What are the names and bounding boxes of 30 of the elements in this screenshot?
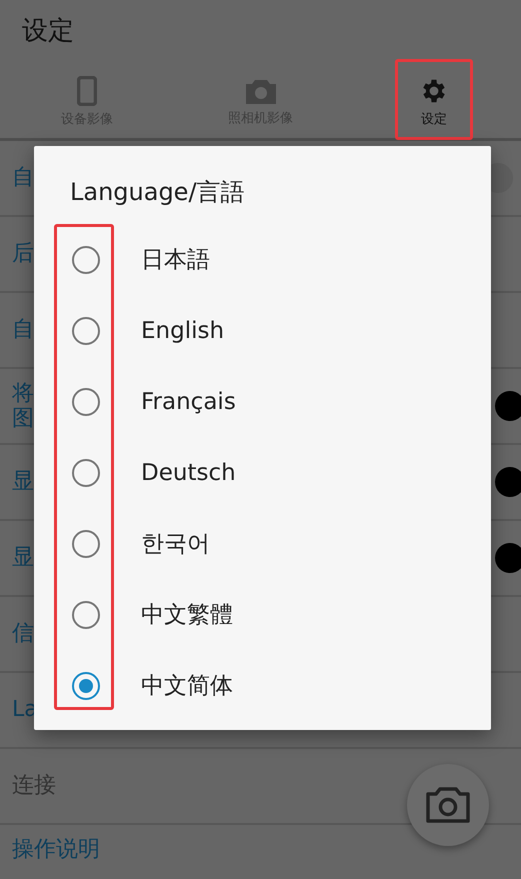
setting-label: 信 xyxy=(12,621,34,647)
language-option[interactable]: 日本語 xyxy=(34,224,491,295)
language-option[interactable]: 中文繁體 xyxy=(34,579,491,650)
language-option[interactable]: Deutsch xyxy=(34,437,491,508)
switch-thumb[interactable] xyxy=(495,391,521,421)
setting-label: 自 xyxy=(12,165,34,191)
setting-label: 显 xyxy=(12,545,34,571)
dialog-title: Language/言語 xyxy=(69,177,246,208)
setting-label: 操作说明 xyxy=(12,837,100,862)
camera-icon xyxy=(244,77,278,105)
switch-thumb[interactable] xyxy=(495,543,521,573)
radio-button[interactable] xyxy=(72,316,100,344)
setting-label: 后 xyxy=(12,241,34,267)
radio-button[interactable] xyxy=(72,246,100,274)
language-option[interactable]: Français xyxy=(34,366,491,437)
radio-button[interactable] xyxy=(72,672,100,700)
radio-button[interactable] xyxy=(72,388,100,416)
setting-label: 自 xyxy=(12,317,34,343)
language-option[interactable]: 한국어 xyxy=(34,508,491,579)
setting-label: 将 图 xyxy=(12,380,34,432)
screen-title: 设定 xyxy=(22,14,74,48)
radio-button[interactable] xyxy=(72,458,100,486)
radio-button[interactable] xyxy=(72,600,100,628)
radio-button[interactable] xyxy=(72,530,100,558)
camera-icon xyxy=(424,786,472,824)
switch-thumb[interactable] xyxy=(495,467,521,497)
phone-icon xyxy=(76,76,97,106)
language-option[interactable]: 中文简体 xyxy=(34,650,491,721)
language-option[interactable]: English xyxy=(34,295,491,366)
setting-label: 显 xyxy=(12,469,34,495)
